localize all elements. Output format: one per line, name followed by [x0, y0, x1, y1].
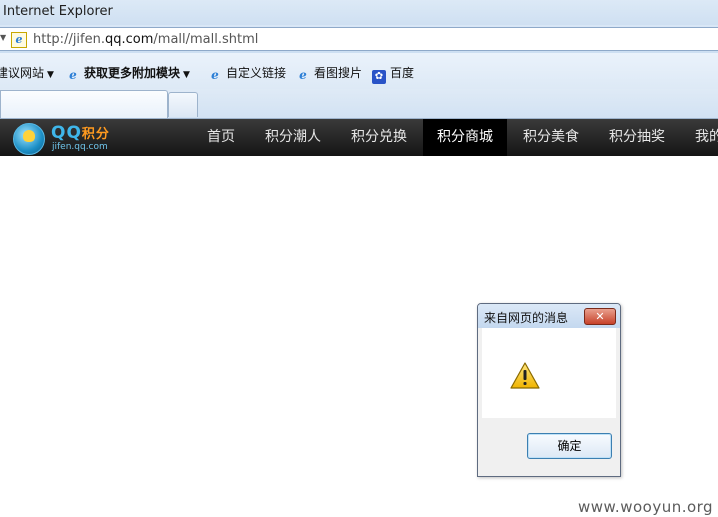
- favorites-bar: 建议网站 ▼ e 获取更多附加模块 ▼ e 自定义链接 e 看图搜片 ✿ 百度: [0, 53, 718, 89]
- new-tab-button[interactable]: [168, 92, 198, 117]
- nav-item-home[interactable]: 首页: [207, 119, 235, 156]
- site-logo[interactable]: QQ积分 jifen.qq.com: [13, 122, 113, 155]
- favorite-get-addons[interactable]: e 获取更多附加模块 ▼: [66, 64, 190, 82]
- dialog-title: 来自网页的消息: [484, 311, 569, 325]
- nav-item-trendsetter[interactable]: 积分潮人: [265, 119, 321, 156]
- dialog-title-bar[interactable]: 来自网页的消息 ✕: [478, 304, 620, 328]
- dropdown-arrow-icon[interactable]: ▼: [183, 70, 190, 80]
- favorite-baidu[interactable]: ✿ 百度: [372, 64, 415, 84]
- favorite-label: 看图搜片: [314, 66, 363, 80]
- nav-item-exchange[interactable]: 积分兑换: [351, 119, 407, 156]
- title-bar: Internet Explorer: [0, 0, 718, 25]
- favorite-label: 自定义链接: [226, 66, 287, 80]
- favorite-label: 获取更多附加模块: [84, 66, 181, 80]
- tab-current[interactable]: [0, 90, 168, 118]
- dropdown-arrow-icon[interactable]: ▼: [47, 70, 54, 80]
- favorite-suggested-sites[interactable]: 建议网站 ▼: [0, 64, 54, 82]
- logo-text: QQ: [51, 123, 82, 143]
- watermark: www.wooyun.org: [578, 498, 714, 516]
- nav-item-food[interactable]: 积分美食: [523, 119, 579, 156]
- address-row: ▼ e http://jifen.qq.com/mall/mall.shtml: [0, 25, 718, 53]
- favorite-label: 百度: [390, 66, 415, 80]
- nav-item-mall[interactable]: 积分商城: [423, 119, 507, 156]
- ie-icon: e: [69, 68, 77, 82]
- favorite-image-search[interactable]: e 看图搜片: [296, 64, 362, 82]
- url-field[interactable]: http://jifen.qq.com/mall/mall.shtml: [33, 32, 258, 47]
- nav-item-lottery[interactable]: 积分抽奖: [609, 119, 665, 156]
- penguin-logo-icon: [13, 123, 45, 155]
- close-button[interactable]: ✕: [584, 308, 616, 325]
- dialog-body: [482, 328, 616, 418]
- page-icon: e: [11, 32, 27, 48]
- chevron-down-icon[interactable]: ▼: [0, 33, 6, 42]
- favorite-custom-links[interactable]: e 自定义链接: [208, 64, 286, 82]
- logo-domain: jifen.qq.com: [52, 142, 108, 152]
- dialog-footer: 确定: [482, 418, 616, 472]
- site-nav: QQ积分 jifen.qq.com 首页 积分潮人 积分兑换 积分商城 积分美食…: [0, 119, 718, 156]
- logo-accent: 积分: [81, 127, 110, 142]
- tab-bar: [0, 89, 718, 119]
- ie-icon: e: [299, 68, 307, 82]
- ie-icon: e: [211, 68, 219, 82]
- address-bar[interactable]: ▼ e http://jifen.qq.com/mall/mall.shtml: [0, 27, 718, 51]
- close-icon: ✕: [595, 310, 605, 323]
- favorite-label: 建议网站: [0, 66, 45, 80]
- nav-item-mine[interactable]: 我的: [695, 119, 718, 156]
- warning-icon: [510, 362, 540, 389]
- baidu-paw-icon: ✿: [372, 70, 386, 84]
- ok-button[interactable]: 确定: [527, 433, 612, 459]
- alert-dialog: 来自网页的消息 ✕ 确定: [477, 303, 621, 477]
- window-title: Internet Explorer: [3, 4, 113, 19]
